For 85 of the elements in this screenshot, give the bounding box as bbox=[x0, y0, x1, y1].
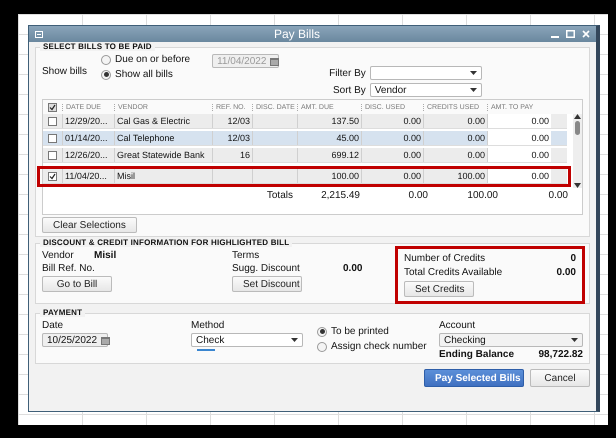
field-label: Vendor bbox=[42, 250, 75, 261]
ending-balance-value: 98,722.82 bbox=[538, 349, 583, 360]
field-label: Bill Ref. No. bbox=[42, 263, 96, 274]
total-value: 100.00 bbox=[466, 190, 499, 200]
field-label: Sugg. Discount bbox=[232, 263, 301, 274]
field-label: Number of Credits bbox=[404, 253, 486, 264]
table-cell: 0.00 bbox=[487, 169, 551, 183]
cancel-button[interactable]: Cancel bbox=[530, 369, 590, 387]
checkbox[interactable] bbox=[48, 172, 57, 180]
table-cell: 0.00 bbox=[361, 169, 423, 183]
table-cell: 12/26/20... bbox=[62, 148, 114, 162]
table-cell: 137.50 bbox=[297, 114, 361, 128]
window-title: Pay Bills bbox=[272, 27, 321, 41]
go-to-bill-button[interactable]: Go to Bill bbox=[42, 276, 112, 292]
table-cell: 45.00 bbox=[297, 131, 361, 145]
total-value: 2,215.49 bbox=[320, 190, 361, 200]
table-cell: Cal Gas & Electric bbox=[114, 114, 212, 128]
radio-button[interactable]: Due on or before bbox=[101, 54, 190, 65]
field-label: Date bbox=[42, 320, 64, 331]
total-value: 0.00 bbox=[408, 190, 429, 200]
table-cell: 12/03 bbox=[212, 131, 252, 145]
credits-count: 0 bbox=[570, 253, 576, 264]
table-cell: 100.00 bbox=[297, 169, 361, 183]
table-cell: 0.00 bbox=[361, 114, 423, 128]
table-cell: 16 bbox=[212, 148, 252, 162]
section-title: DISCOUNT & CREDIT INFORMATION FOR HIGHLIGHTED BILL bbox=[40, 238, 292, 247]
section-title: PAYMENT bbox=[40, 308, 86, 317]
pay-button[interactable]: Pay Selected Bills bbox=[424, 369, 524, 387]
dropdown-caret-icon bbox=[470, 88, 477, 92]
scrollbar-thumb[interactable] bbox=[575, 121, 580, 135]
checkbox[interactable] bbox=[48, 134, 57, 142]
table-cell: 01/14/20... bbox=[62, 131, 114, 145]
totals-label: Totals bbox=[266, 190, 293, 200]
date-field[interactable]: 10/25/2022 bbox=[42, 333, 108, 347]
table-cell: 12/29/20... bbox=[62, 114, 114, 128]
table-cell: 0.00 bbox=[487, 114, 551, 128]
table-row[interactable]: 12/29/20... Cal Gas & Electric 12/03 137.50 0.00 0.00 0.00 bbox=[43, 114, 567, 129]
window-menu-icon[interactable] bbox=[35, 30, 43, 38]
discount-value: 0.00 bbox=[343, 263, 362, 274]
dropdown-caret-icon bbox=[571, 338, 578, 342]
calendar-icon[interactable] bbox=[101, 336, 110, 344]
table-row[interactable]: 01/14/20... Cal Telephone 12/03 45.00 0.00 0.00 0.00 bbox=[43, 131, 567, 146]
checkbox[interactable] bbox=[48, 116, 57, 126]
field-label: Terms bbox=[232, 250, 260, 261]
table-cell: 0.00 bbox=[487, 131, 551, 145]
checkbox[interactable] bbox=[48, 102, 57, 112]
table-cell: 0.00 bbox=[361, 131, 423, 145]
table-cell: Misil bbox=[114, 169, 212, 183]
dropdown-caret-icon bbox=[291, 338, 298, 342]
field-label: Total Credits Available bbox=[404, 267, 502, 278]
sort-dropdown[interactable]: Vendor bbox=[370, 83, 482, 97]
table-cell: Great Statewide Bank bbox=[114, 148, 212, 162]
radio-button[interactable]: Show all bills bbox=[101, 69, 190, 80]
dropdown-caret-icon bbox=[470, 71, 477, 75]
field-label: Method bbox=[191, 320, 226, 331]
scroll-down-icon[interactable] bbox=[574, 183, 581, 188]
field-label: Ending Balance bbox=[439, 349, 514, 360]
field-label: Account bbox=[439, 320, 476, 331]
table-cell: Cal Telephone bbox=[114, 131, 212, 145]
radio-button[interactable]: Assign check number bbox=[317, 341, 433, 352]
field-label: Filter By bbox=[329, 68, 366, 78]
table-row[interactable]: 12/26/20... Great Statewide Bank 16 699.12 0.00 0.00 0.00 bbox=[43, 148, 567, 163]
focus-indicator bbox=[197, 349, 215, 351]
close-icon[interactable] bbox=[582, 30, 590, 38]
checkbox[interactable] bbox=[48, 150, 57, 160]
clear-selections-button[interactable]: Clear Selections bbox=[42, 217, 137, 233]
table-cell: 12/03 bbox=[212, 114, 252, 128]
account-dropdown[interactable]: Checking bbox=[439, 333, 583, 347]
table-row[interactable]: 11/04/20... Misil 100.00 0.00 100.00 0.00 bbox=[43, 169, 567, 184]
table-cell: 699.12 bbox=[297, 148, 361, 162]
maximize-icon[interactable] bbox=[566, 30, 575, 38]
field-label: Show bills bbox=[42, 66, 88, 77]
set-discount-button[interactable]: Set Discount bbox=[232, 276, 302, 292]
table-cell: 0.00 bbox=[361, 148, 423, 162]
section-title: SELECT BILLS TO BE PAID bbox=[40, 42, 155, 51]
vendor-value: Misil bbox=[94, 250, 116, 261]
set-credits-button[interactable]: Set Credits bbox=[404, 281, 474, 297]
table-cell: 11/04/20... bbox=[62, 169, 114, 183]
total-value: 0.00 bbox=[548, 190, 569, 200]
table-cell: 0.00 bbox=[487, 148, 551, 162]
radio-button[interactable]: To be printed bbox=[317, 326, 433, 337]
scrollbar[interactable] bbox=[573, 114, 582, 188]
field-label: Sort By bbox=[332, 84, 366, 96]
credits-total: 0.00 bbox=[556, 267, 576, 278]
method-dropdown[interactable]: Check bbox=[191, 333, 303, 347]
